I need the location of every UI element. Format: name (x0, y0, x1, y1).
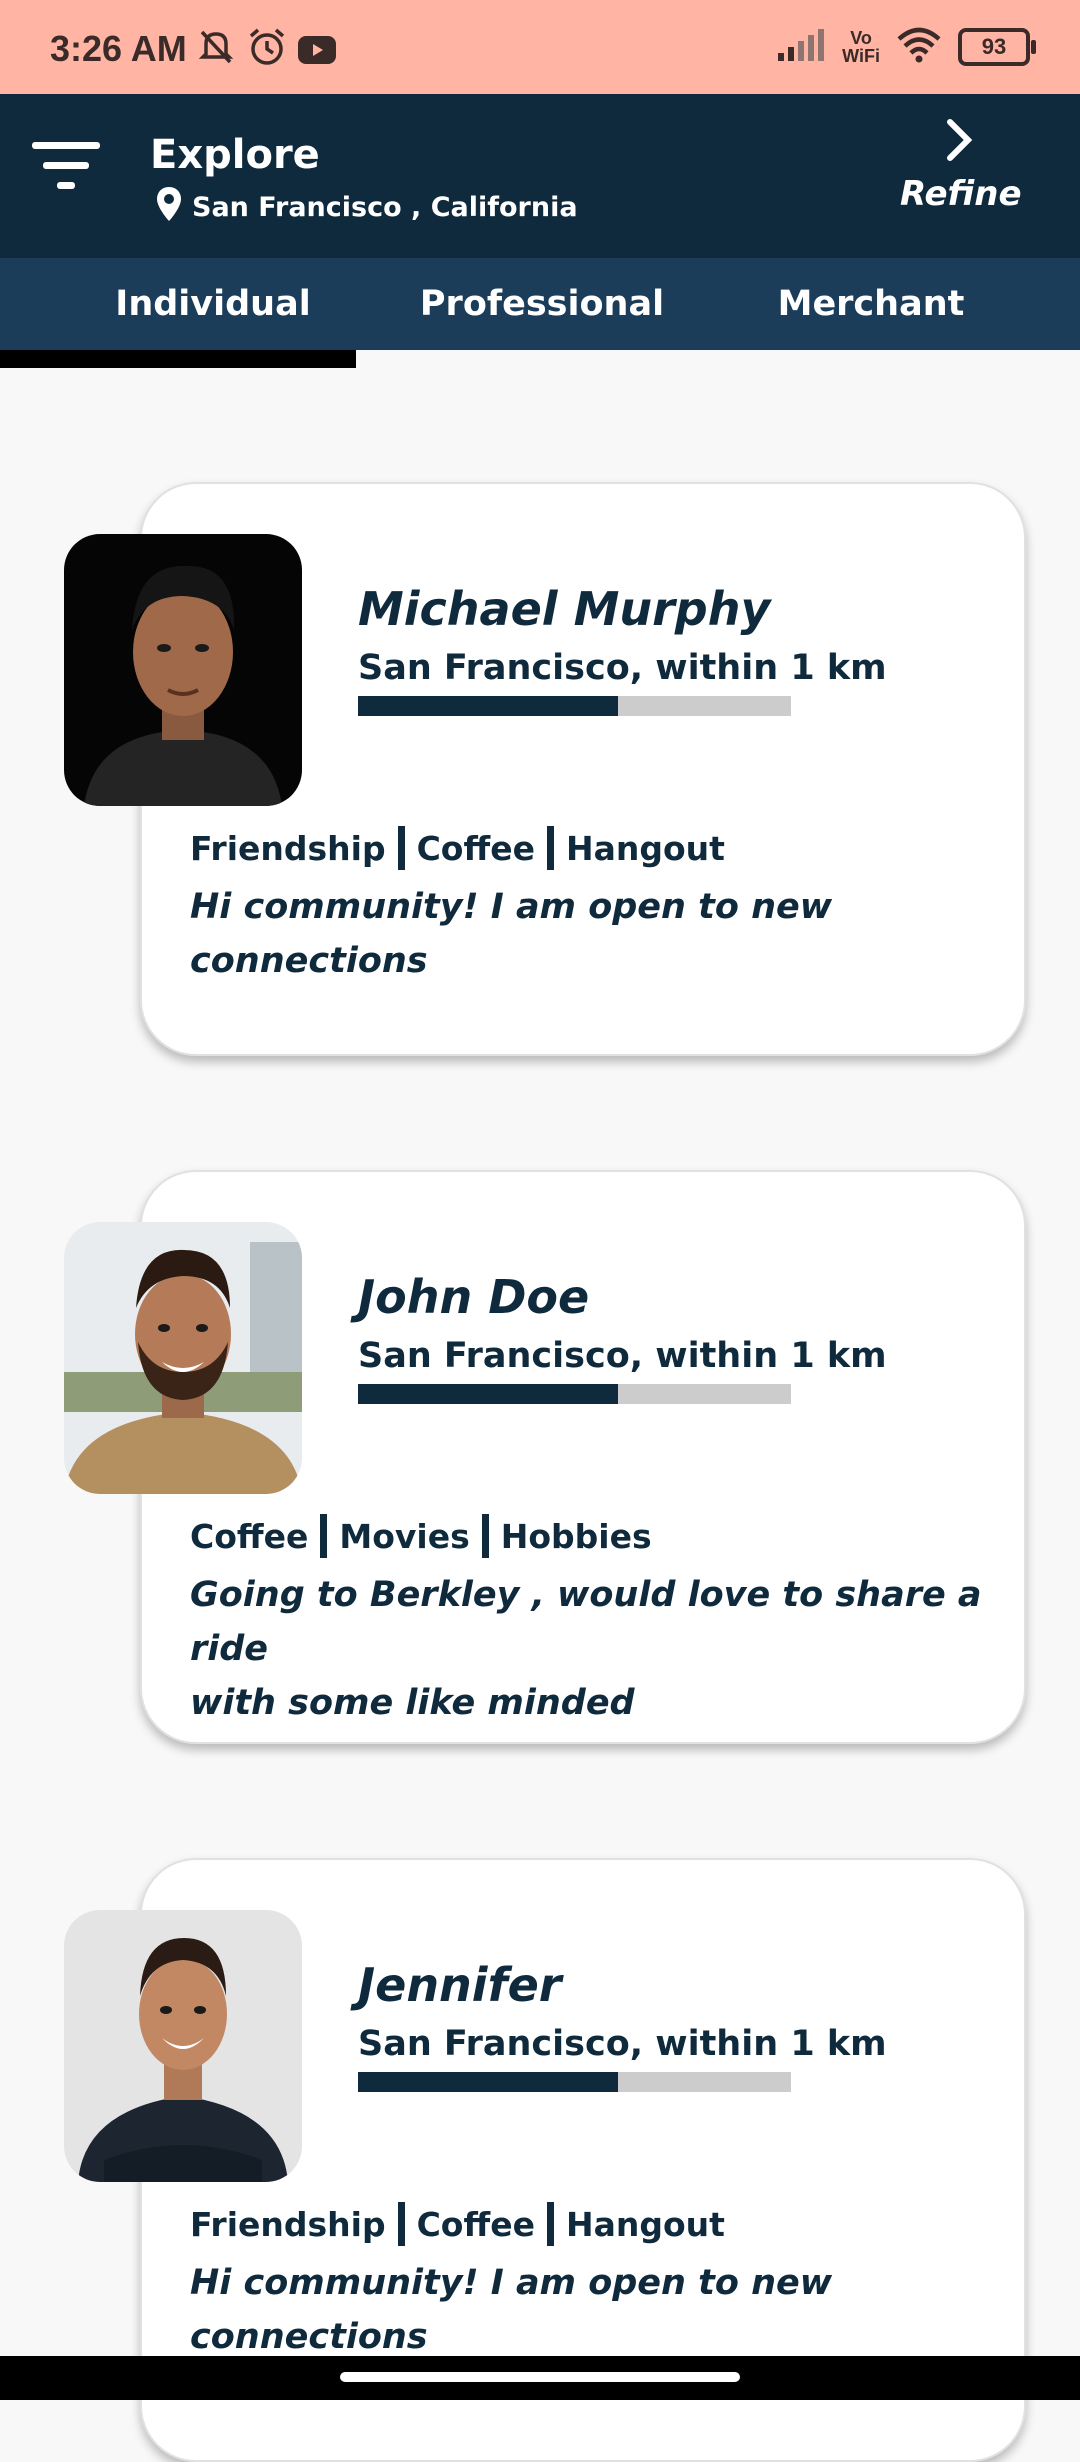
status-bar: 3:26 AM Vo WiFi 93 (0, 0, 1080, 94)
tag-separator (397, 826, 405, 870)
tag-separator (397, 2202, 405, 2246)
tag-separator (320, 1514, 328, 1558)
avatar[interactable] (64, 534, 302, 806)
description-line: Going to Berkley , would love to share a… (190, 1575, 982, 1669)
tag-separator (546, 2202, 554, 2246)
avatar[interactable] (64, 1222, 302, 1494)
description-line: with some like minded (190, 1683, 635, 1723)
vowifi-bottom: WiFi (842, 46, 880, 66)
alarm-icon (246, 26, 288, 72)
distance-bar-fill (358, 696, 618, 716)
profile-description: Going to Berkley , would love to share a… (190, 1568, 1020, 1730)
tag: Friendship (190, 828, 386, 868)
tag: Coffee (416, 2204, 535, 2244)
system-nav-bar (0, 2356, 1080, 2400)
profile-tags: Friendship Coffee Hangout (190, 2202, 725, 2246)
tag: Coffee (416, 828, 535, 868)
distance-bar-fill (358, 1384, 618, 1404)
signal-icon (776, 27, 826, 67)
header-location-text: San Francisco , California (192, 192, 578, 223)
profile-location: San Francisco, within 1 km (358, 2024, 887, 2064)
tag: Coffee (190, 1516, 309, 1556)
tab-professional[interactable]: Professional (377, 258, 707, 350)
profile-description: Hi community! I am open to new connectio… (190, 2263, 833, 2357)
wifi-icon (896, 27, 942, 67)
profile-tags: Friendship Coffee Hangout (190, 826, 725, 870)
tag: Hangout (565, 2204, 725, 2244)
tag-separator (546, 826, 554, 870)
vowifi-indicator: Vo WiFi (842, 29, 880, 65)
tag: Movies (339, 1516, 470, 1556)
status-time: 3:26 AM (50, 28, 187, 69)
profile-tags: Coffee Movies Hobbies (190, 1514, 652, 1558)
profile-name: Michael Murphy (358, 582, 771, 636)
profile-location: San Francisco, within 1 km (358, 1336, 887, 1376)
location-pin-icon (156, 186, 182, 229)
tag-separator (481, 1514, 489, 1558)
app-header: Explore San Francisco , California Refin… (0, 94, 1080, 258)
tag: Hobbies (500, 1516, 652, 1556)
header-location: San Francisco , California (156, 186, 578, 229)
avatar-image (64, 534, 302, 806)
profile-description: Hi community! I am open to new connectio… (190, 887, 833, 981)
tab-merchant[interactable]: Merchant (706, 258, 1036, 350)
status-right: Vo WiFi 93 (776, 22, 1036, 72)
distance-bar (358, 696, 791, 716)
tag: Friendship (190, 2204, 386, 2244)
vowifi-top: Vo (850, 28, 872, 48)
youtube-icon (298, 36, 336, 70)
tab-bar: Individual Professional Merchant (0, 258, 1080, 350)
battery-icon: 93 (958, 28, 1036, 66)
distance-bar (358, 2072, 791, 2092)
profile-name: John Doe (358, 1270, 590, 1324)
tag: Hangout (565, 828, 725, 868)
filter-menu-icon[interactable] (32, 142, 100, 192)
tab-individual[interactable]: Individual (48, 258, 378, 350)
distance-bar-fill (358, 2072, 618, 2092)
profile-name: Jennifer (358, 1958, 562, 2012)
avatar-image (64, 1222, 302, 1494)
mute-bell-icon (196, 26, 236, 70)
avatar[interactable] (64, 1910, 302, 2182)
avatar-image (64, 1910, 302, 2182)
battery-level: 93 (981, 34, 1007, 59)
page-title: Explore (150, 132, 320, 178)
refine-label: Refine (900, 174, 1022, 214)
chevron-right-icon (944, 119, 976, 166)
refine-button[interactable]: Refine (900, 118, 1022, 214)
active-tab-indicator (0, 350, 356, 368)
profile-location: San Francisco, within 1 km (358, 648, 887, 688)
distance-bar (358, 1384, 791, 1404)
home-gesture-handle[interactable] (340, 2372, 740, 2382)
